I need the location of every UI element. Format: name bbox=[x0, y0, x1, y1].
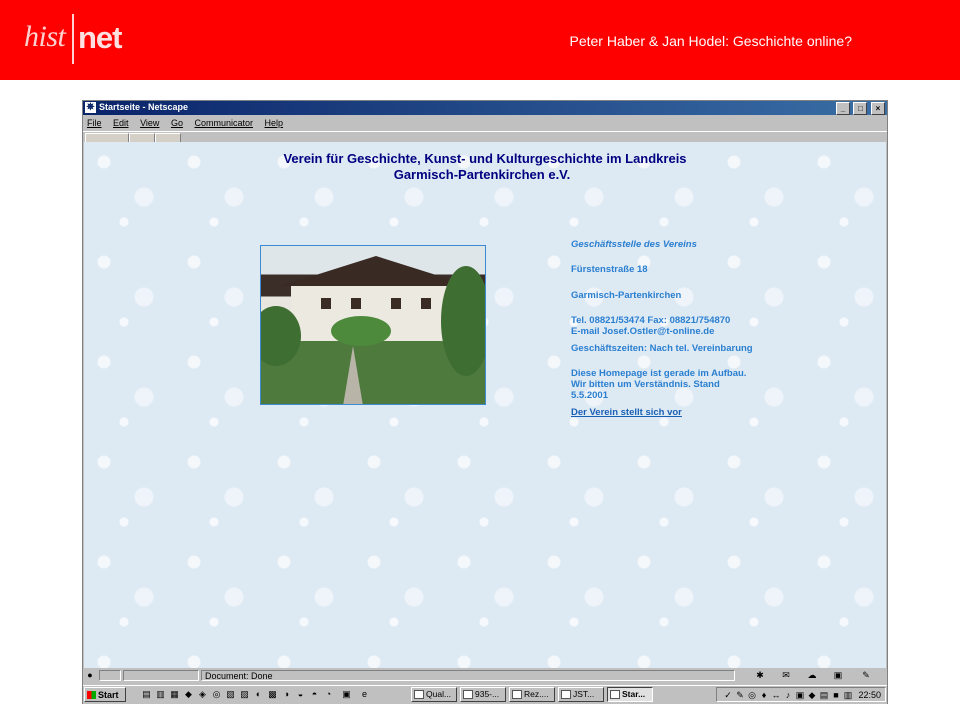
task-icon bbox=[610, 690, 620, 699]
taskbar-button[interactable]: 935-... bbox=[460, 687, 506, 702]
logo-divider bbox=[72, 14, 74, 64]
quicklaunch-icon[interactable]: ▣ bbox=[341, 689, 352, 700]
page-heading: Verein für Geschichte, Kunst- und Kultur… bbox=[84, 151, 886, 183]
page-viewport: Verein für Geschichte, Kunst- und Kultur… bbox=[84, 142, 886, 668]
quicklaunch-icon[interactable]: ◐ bbox=[253, 689, 264, 700]
progress-cell bbox=[123, 670, 199, 681]
window-controls: _ □ × bbox=[835, 102, 885, 115]
photo-window bbox=[391, 298, 401, 309]
notice-line-1: Diese Homepage ist gerade im Aufbau. bbox=[571, 368, 747, 379]
tray-icon[interactable]: ↔ bbox=[771, 690, 781, 700]
office-title: Geschäftsstelle des Vereins bbox=[571, 239, 697, 250]
menubar: File Edit View Go Communicator Help bbox=[83, 116, 887, 130]
collapsed-toolbars bbox=[83, 131, 887, 143]
maximize-button[interactable]: □ bbox=[853, 102, 868, 115]
minimize-button[interactable]: _ bbox=[835, 102, 850, 115]
slide-header: hist net Peter Haber & Jan Hodel: Geschi… bbox=[0, 0, 960, 80]
task-icon bbox=[561, 690, 571, 699]
photo-bush bbox=[331, 316, 391, 346]
tray-icon[interactable]: ✎ bbox=[735, 690, 745, 700]
windows-taskbar: Start ▤ ▥ ▦ ◆ ◈ ◎ ▧ ▨ ◐ ▩ ◑ ◒ ◓ ◔ ▣ e Qu… bbox=[83, 685, 887, 704]
quicklaunch-icon[interactable]: ◈ bbox=[197, 689, 208, 700]
edit-icon[interactable]: ✎ bbox=[859, 670, 873, 681]
menu-view[interactable]: View bbox=[140, 116, 159, 130]
windows-flag-icon bbox=[87, 691, 96, 699]
start-label: Start bbox=[98, 690, 119, 700]
quicklaunch-icon[interactable]: ▥ bbox=[155, 689, 166, 700]
quicklaunch-icon[interactable]: ▧ bbox=[225, 689, 236, 700]
component-navigator-icon[interactable]: ✱ bbox=[753, 670, 767, 681]
photo-path bbox=[343, 346, 363, 404]
netscape-status-icon: ● bbox=[87, 670, 93, 680]
task-icon bbox=[512, 690, 522, 699]
tray-icon[interactable]: ▥ bbox=[843, 690, 853, 700]
security-lock-icon[interactable] bbox=[99, 670, 121, 681]
about-link[interactable]: Der Verein stellt sich vor bbox=[571, 407, 682, 418]
close-button[interactable]: × bbox=[871, 102, 885, 115]
office-hours: Geschäftszeiten: Nach tel. Vereinbarung bbox=[571, 343, 753, 354]
logo-hist-text: hist bbox=[24, 20, 66, 53]
tray-icon[interactable]: ▣ bbox=[795, 690, 805, 700]
discussions-icon[interactable]: ☁ bbox=[805, 670, 819, 681]
netscape-window: ✵ Startseite - Netscape _ □ × File Edit … bbox=[82, 100, 888, 704]
house-photo bbox=[260, 245, 486, 405]
notice-line-3: 5.5.2001 bbox=[571, 390, 608, 401]
tray-icon[interactable]: ▤ bbox=[819, 690, 829, 700]
menu-go[interactable]: Go bbox=[171, 116, 183, 130]
quicklaunch-icon[interactable]: ▨ bbox=[239, 689, 250, 700]
quicklaunch-icon[interactable]: ◒ bbox=[295, 689, 306, 700]
photo-window bbox=[421, 298, 431, 309]
task-icon bbox=[414, 690, 424, 699]
statusbar: ● Document: Done ✱ ✉ ☁ ▣ ✎ bbox=[83, 669, 887, 683]
heading-line-2: Garmisch-Partenkirchen e.V. bbox=[393, 167, 571, 182]
taskbar-button[interactable]: Qual... bbox=[411, 687, 457, 702]
menu-edit[interactable]: Edit bbox=[113, 116, 129, 130]
photo-tree bbox=[441, 266, 485, 376]
status-text: Document: Done bbox=[201, 670, 735, 681]
quicklaunch-icon[interactable]: ◓ bbox=[309, 689, 320, 700]
window-titlebar[interactable]: ✵ Startseite - Netscape _ □ × bbox=[83, 101, 887, 115]
tray-icon[interactable]: ♪ bbox=[783, 690, 793, 700]
quicklaunch-icon[interactable]: ▤ bbox=[141, 689, 152, 700]
tray-icon[interactable]: ✓ bbox=[723, 690, 733, 700]
menu-communicator[interactable]: Communicator bbox=[194, 116, 253, 130]
taskbar-button-active[interactable]: Star... bbox=[607, 687, 653, 702]
logo-net-text: net bbox=[78, 20, 122, 55]
taskbar-button[interactable]: Rez.... bbox=[509, 687, 555, 702]
heading-line-1: Verein für Geschichte, Kunst- und Kultur… bbox=[283, 151, 687, 166]
quicklaunch-icon[interactable]: ◔ bbox=[323, 689, 334, 700]
composer-icon[interactable]: ▣ bbox=[831, 670, 845, 681]
tray-icon[interactable]: ♦ bbox=[759, 690, 769, 700]
quicklaunch-icon[interactable]: ◎ bbox=[211, 689, 222, 700]
photo-roof bbox=[281, 256, 471, 286]
quicklaunch-icon[interactable]: ◑ bbox=[281, 689, 292, 700]
quicklaunch-icon[interactable]: ◆ bbox=[183, 689, 194, 700]
netscape-app-icon[interactable]: ✵ bbox=[85, 102, 96, 113]
internet-explorer-icon[interactable]: e bbox=[359, 689, 370, 700]
window-title: Startseite - Netscape bbox=[99, 102, 189, 112]
street-address: Fürstenstraße 18 bbox=[571, 264, 648, 275]
menu-file[interactable]: File bbox=[87, 116, 102, 130]
photo-window bbox=[321, 298, 331, 309]
clock[interactable]: 22:50 bbox=[858, 689, 881, 701]
system-tray: ✓ ✎ ◎ ♦ ↔ ♪ ▣ ◆ ▤ ■ ▥ 22:50 bbox=[716, 687, 886, 702]
tray-icon[interactable]: ◎ bbox=[747, 690, 757, 700]
notice-line-2: Wir bitten um Verständnis. Stand bbox=[571, 379, 720, 390]
taskbar-button[interactable]: JST... bbox=[558, 687, 604, 702]
menu-help[interactable]: Help bbox=[265, 116, 284, 130]
slide-subtitle: Peter Haber & Jan Hodel: Geschichte onli… bbox=[569, 33, 853, 49]
mailbox-icon[interactable]: ✉ bbox=[779, 670, 793, 681]
start-button[interactable]: Start bbox=[84, 687, 126, 702]
email: E-mail Josef.Ostler@t-online.de bbox=[571, 326, 715, 337]
phone-fax: Tel. 08821/53474 Fax: 08821/754870 bbox=[571, 315, 731, 326]
photo-window bbox=[351, 298, 361, 309]
tray-icon[interactable]: ■ bbox=[831, 690, 841, 700]
quicklaunch-icon[interactable]: ▦ bbox=[169, 689, 180, 700]
tray-icon[interactable]: ◆ bbox=[807, 690, 817, 700]
task-icon bbox=[463, 690, 473, 699]
city: Garmisch-Partenkirchen bbox=[571, 290, 682, 301]
quicklaunch-icon[interactable]: ▩ bbox=[267, 689, 278, 700]
